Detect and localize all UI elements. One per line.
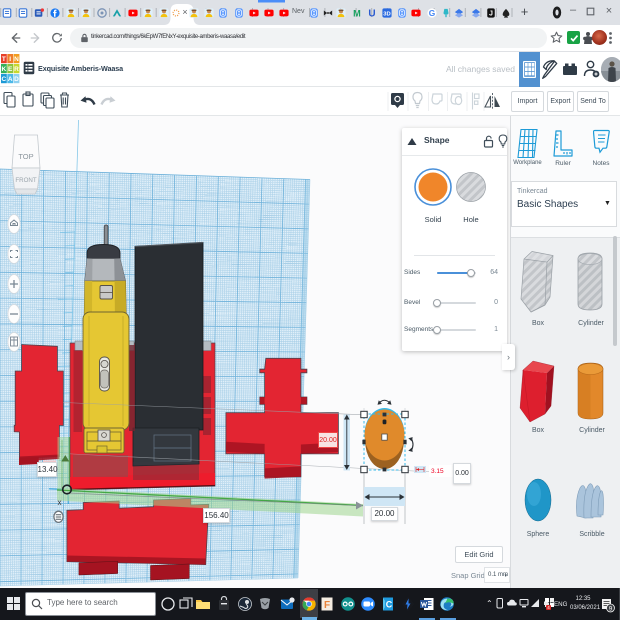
svg-text:C: C	[386, 600, 393, 610]
svg-text:J: J	[489, 9, 493, 17]
svg-text:FRONT: FRONT	[15, 177, 37, 184]
svg-text:Solid: Solid	[425, 215, 442, 224]
svg-text:R: R	[14, 66, 19, 73]
svg-text:3D: 3D	[383, 11, 390, 17]
svg-text:U: U	[368, 8, 375, 18]
svg-text:E: E	[8, 66, 13, 73]
svg-text:A: A	[8, 76, 13, 83]
svg-text:N: N	[14, 56, 19, 63]
svg-text:T: T	[2, 56, 6, 63]
svg-text:G: G	[428, 8, 434, 18]
svg-text:K: K	[2, 66, 7, 73]
svg-text:F: F	[324, 600, 330, 611]
svg-text:D: D	[14, 76, 19, 83]
svg-text:I: I	[9, 56, 11, 63]
svg-text:M: M	[353, 8, 361, 18]
svg-text:TOP: TOP	[18, 152, 33, 161]
svg-text:C: C	[2, 76, 7, 83]
svg-text:x: x	[58, 498, 62, 507]
svg-text:Hole: Hole	[463, 215, 478, 224]
